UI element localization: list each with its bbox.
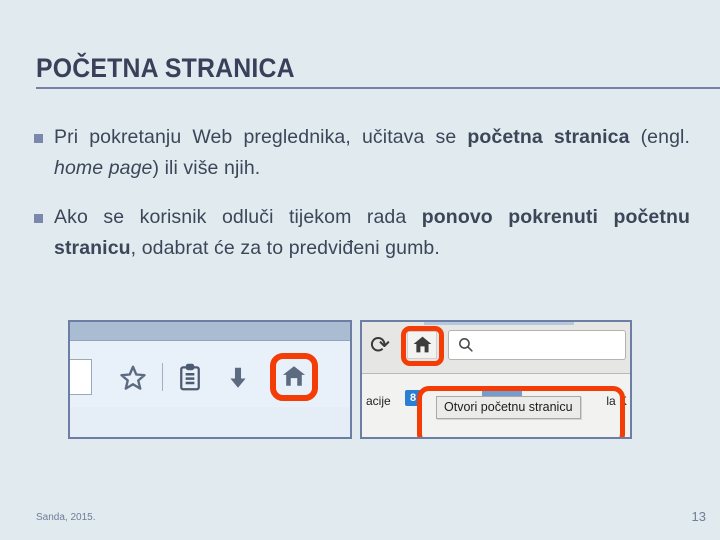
- bullet-item-1: Pri pokretanju Web preglednika, učitava …: [34, 122, 690, 184]
- toolbar-lower-band: [70, 407, 350, 437]
- toolbar-separator: [162, 363, 163, 391]
- clipboard-list-icon: [175, 363, 205, 398]
- title-underline-rule: [36, 87, 720, 89]
- slide-body: Pri pokretanju Web preglednika, učitava …: [34, 122, 690, 282]
- bullet-1-rest-b: ) ili više njih.: [152, 157, 261, 179]
- bullet-2-rest: , odabrat će za to: [130, 237, 284, 259]
- address-bar-end: [70, 359, 92, 395]
- browser-home-button-tooltip-screenshot: ⟳ acije 8 la K Otvori početnu stranicu: [360, 320, 632, 439]
- browser-toolbar-screenshot: [68, 320, 352, 439]
- bullet-1-italic-term: home page: [54, 157, 153, 179]
- browser-navigation-bar: ⟳: [362, 322, 630, 374]
- slide-header: POČETNA STRANICA: [0, 52, 720, 92]
- bullet-2-text: Ako se korisnik odluči tijekom rada pono…: [54, 202, 690, 264]
- bullet-1-rest-a: (engl.: [629, 126, 690, 148]
- page-number: 13: [691, 509, 706, 524]
- address-bar[interactable]: [448, 330, 626, 360]
- bullet-2-line1-normal: Ako se korisnik odluči tijekom rada: [54, 206, 422, 228]
- search-icon: [457, 336, 474, 358]
- square-bullet-icon: [34, 134, 43, 143]
- toolbar-row: [70, 341, 350, 410]
- tooltip-highlight-box: [417, 386, 625, 437]
- square-bullet-icon: [34, 214, 43, 223]
- bullet-1-bold-term: početna stranica: [467, 126, 630, 148]
- down-arrow-icon: [225, 365, 251, 396]
- bookmark-label-left[interactable]: acije: [366, 394, 391, 408]
- bullet-2-line3: predviđeni gumb.: [288, 237, 440, 259]
- bullet-1-text: Pri pokretanju Web preglednika, učitava …: [54, 122, 690, 184]
- reload-icon[interactable]: ⟳: [370, 333, 390, 357]
- window-title-strip: [70, 322, 350, 341]
- bullet-2-bold-a: ponovo: [421, 206, 493, 228]
- bullet-item-2: Ako se korisnik odluči tijekom rada pono…: [34, 202, 690, 264]
- active-tab-indicator: [424, 322, 574, 325]
- footer-credit: Sanda, 2015.: [36, 512, 96, 523]
- bookmarks-bar: acije 8 la K Otvori početnu stranicu: [362, 374, 630, 437]
- bullet-1-line1: Pri pokretanju Web preglednika, učitava …: [54, 126, 457, 148]
- page-title: POČETNA STRANICA: [36, 53, 295, 83]
- star-icon: [118, 363, 148, 398]
- home-button-highlight-box: [401, 326, 444, 366]
- home-icon-highlight-box: [270, 353, 318, 401]
